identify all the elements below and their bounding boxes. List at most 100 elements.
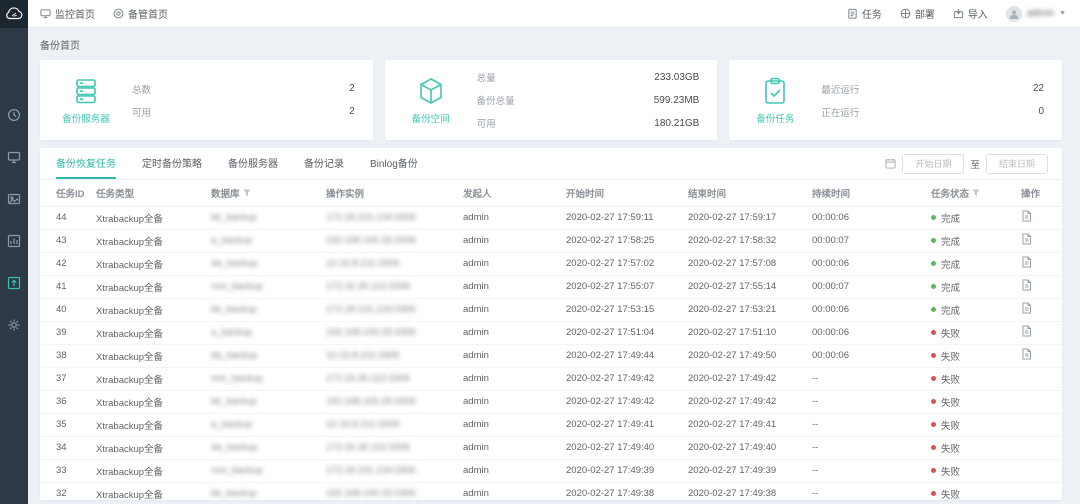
cell-status: 完成: [927, 206, 1017, 229]
status-dot: [931, 284, 936, 289]
action-tasks-icon[interactable]: 任务: [847, 6, 882, 21]
cell-start-time: 2020-02-27 17:49:41: [562, 413, 684, 436]
tasks-panel: 备份恢复任务定时备份策略备份服务器备份记录 Binlog备份 开始日期 至 结束日…: [40, 148, 1062, 500]
cell-task-id: 36: [40, 390, 92, 413]
column-label: 持续时间: [812, 186, 850, 200]
card-stat: 总数2: [132, 82, 355, 96]
tab-bar: 备份恢复任务定时备份策略备份服务器备份记录 Binlog备份: [56, 148, 418, 179]
cell-end-time: 2020-02-27 17:49:50: [684, 344, 808, 367]
cell-instance: 192.168.100.25:3306: [322, 482, 459, 500]
status-dot: [931, 238, 936, 243]
cell-start-time: 2020-02-27 17:49:44: [562, 344, 684, 367]
column-header[interactable]: 数据库: [207, 180, 322, 206]
status-label: 失败: [941, 487, 960, 501]
column-header[interactable]: 任务状态: [927, 180, 1017, 206]
sidebar-item-image-icon[interactable]: [4, 190, 24, 208]
sidebar-item-monitor-icon[interactable]: [4, 148, 24, 166]
cell-initiator: admin: [459, 275, 562, 298]
status-label: 失败: [941, 326, 960, 340]
cell-instance: 10.16.8.211:3306: [322, 252, 459, 275]
action-label: 任务: [862, 6, 882, 21]
sidebar: [0, 0, 28, 504]
cell-task-type: Xtrabackup全备: [92, 390, 207, 413]
cell-operation[interactable]: [1017, 252, 1062, 275]
stat-value: 22: [1033, 83, 1044, 94]
cell-status: 失败: [927, 459, 1017, 482]
cell-task-id: 37: [40, 367, 92, 390]
cell-operation[interactable]: [1017, 206, 1062, 229]
cell-initiator: admin: [459, 436, 562, 459]
column-label: 结束时间: [688, 186, 726, 200]
action-label: 导入: [968, 6, 988, 21]
cell-duration: --: [808, 482, 927, 500]
cell-status: 失败: [927, 344, 1017, 367]
status-label: 失败: [941, 418, 960, 432]
cell-status: 失败: [927, 482, 1017, 500]
log-icon[interactable]: [1021, 348, 1032, 360]
date-range-picker: 开始日期 至 结束日期: [885, 154, 1048, 174]
action-deploy-icon[interactable]: 部署: [900, 6, 935, 21]
log-icon[interactable]: [1021, 279, 1032, 291]
stat-value: 180.21GB: [654, 118, 699, 129]
cell-initiator: admin: [459, 229, 562, 252]
sidebar-item-chart-icon[interactable]: [4, 232, 24, 250]
status-dot: [931, 330, 936, 335]
log-icon[interactable]: [1021, 302, 1032, 314]
cell-task-id: 38: [40, 344, 92, 367]
cell-operation[interactable]: [1017, 344, 1062, 367]
cell-start-time: 2020-02-27 17:49:40: [562, 436, 684, 459]
filter-icon[interactable]: [243, 189, 251, 197]
cell-database: a_backup: [207, 413, 322, 436]
cell-initiator: admin: [459, 459, 562, 482]
table-header: 任务ID任务类型数据库操作实例发起人开始时间结束时间持续时间任务状态操作: [40, 180, 1062, 206]
log-icon[interactable]: [1021, 325, 1032, 337]
status-label: 完成: [941, 303, 960, 317]
sidebar-item-clock-icon[interactable]: [4, 106, 24, 124]
table-body: 44Xtrabackup全备bk_backup172.18.101.134:33…: [40, 206, 1062, 500]
stat-value: 2: [349, 106, 355, 117]
cell-duration: --: [808, 367, 927, 390]
log-icon[interactable]: [1021, 210, 1032, 222]
cell-operation: [1017, 459, 1062, 482]
nav-item-manage-nav-icon[interactable]: 备管首页: [113, 6, 168, 21]
end-date-input[interactable]: 结束日期: [986, 154, 1048, 174]
stat-key: 备份总量: [477, 93, 515, 107]
topbar-right: 任务 部署 导入 admin ▼: [847, 6, 1066, 22]
tab-3[interactable]: 备份记录: [304, 148, 344, 179]
app-logo-icon[interactable]: [0, 0, 28, 28]
cell-operation[interactable]: [1017, 321, 1062, 344]
log-icon[interactable]: [1021, 256, 1032, 268]
cell-operation[interactable]: [1017, 275, 1062, 298]
user-avatar: [1006, 6, 1022, 22]
cell-end-time: 2020-02-27 17:49:39: [684, 459, 808, 482]
cell-instance: 10.16.8.211:3306: [322, 344, 459, 367]
sidebar-item-backup-icon[interactable]: [4, 274, 24, 292]
user-menu[interactable]: admin ▼: [1006, 6, 1066, 22]
status-label: 失败: [941, 349, 960, 363]
tab-2[interactable]: 备份服务器: [228, 148, 278, 179]
table-row: 38Xtrabackup全备da_backup10.16.8.211:3306a…: [40, 344, 1062, 367]
summary-card-server: 备份服务器总数2可用2: [40, 60, 373, 140]
nav-item-monitor-nav-icon[interactable]: 监控首页: [40, 6, 95, 21]
action-import-icon[interactable]: 导入: [953, 6, 988, 21]
summary-cards: 备份服务器总数2可用2备份空间总量233.03GB备份总量599.23MB可用1…: [40, 60, 1062, 140]
filter-icon[interactable]: [972, 189, 980, 197]
tab-4[interactable]: Binlog备份: [370, 148, 418, 179]
cell-end-time: 2020-02-27 17:49:42: [684, 367, 808, 390]
cell-duration: 00:00:07: [808, 229, 927, 252]
start-date-input[interactable]: 开始日期: [902, 154, 964, 174]
status-dot: [931, 422, 936, 427]
stat-key: 总数: [132, 82, 151, 96]
cell-start-time: 2020-02-27 17:49:38: [562, 482, 684, 500]
cell-task-type: Xtrabackup全备: [92, 321, 207, 344]
card-stat: 总量233.03GB: [477, 70, 700, 84]
cell-start-time: 2020-02-27 17:49:42: [562, 367, 684, 390]
sidebar-item-gear-icon[interactable]: [4, 316, 24, 334]
cell-status: 失败: [927, 436, 1017, 459]
log-icon[interactable]: [1021, 233, 1032, 245]
tab-1[interactable]: 定时备份策略: [142, 148, 202, 179]
cell-operation[interactable]: [1017, 298, 1062, 321]
column-label: 开始时间: [566, 186, 604, 200]
tab-0[interactable]: 备份恢复任务: [56, 148, 116, 179]
cell-operation[interactable]: [1017, 229, 1062, 252]
